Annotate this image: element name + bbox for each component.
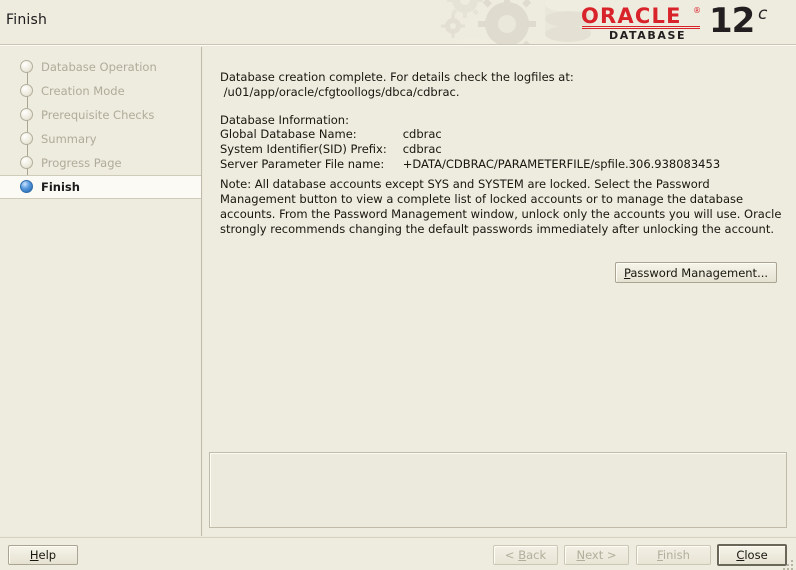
wizard-button-bar: Help < Back Next > Finish Close bbox=[0, 537, 796, 570]
step-dot-icon bbox=[20, 84, 33, 97]
sidebar-item-label: Finish bbox=[41, 180, 80, 194]
sidebar-item-database-operation[interactable]: Database Operation bbox=[0, 55, 201, 79]
table-row: Global Database Name: cdbrac bbox=[220, 127, 720, 142]
step-dot-icon bbox=[20, 156, 33, 169]
sidebar-item-creation-mode[interactable]: Creation Mode bbox=[0, 79, 201, 103]
info-value: cdbrac bbox=[403, 142, 720, 157]
version-number: 12 bbox=[709, 1, 754, 41]
creation-complete-message: Database creation complete. For details … bbox=[220, 70, 780, 100]
sidebar-item-summary[interactable]: Summary bbox=[0, 127, 201, 151]
table-row: Server Parameter File name: +DATA/CDBRAC… bbox=[220, 157, 720, 172]
header-divider bbox=[0, 44, 796, 46]
step-dot-icon bbox=[20, 132, 33, 145]
sidebar-item-label: Database Operation bbox=[41, 60, 157, 74]
oracle-wordmark: ORACLE bbox=[581, 4, 682, 28]
sidebar-item-finish[interactable]: Finish bbox=[0, 175, 201, 199]
next-button: Next > bbox=[564, 545, 629, 565]
close-label: lose bbox=[744, 548, 767, 562]
resize-grip-icon[interactable] bbox=[782, 556, 794, 568]
help-mnemonic: H bbox=[30, 548, 39, 562]
finish-button: Finish bbox=[636, 545, 711, 565]
back-mnemonic: B bbox=[518, 548, 526, 562]
locked-accounts-note: Note: All database accounts except SYS a… bbox=[220, 177, 782, 237]
page-title: Finish bbox=[6, 12, 47, 28]
trademark-symbol: ® bbox=[693, 6, 701, 15]
database-wordmark: DATABASE bbox=[609, 29, 686, 42]
sidebar-item-label: Creation Mode bbox=[41, 84, 125, 98]
step-dot-icon-active bbox=[20, 180, 33, 193]
step-dot-icon bbox=[20, 60, 33, 73]
sidebar-item-progress-page[interactable]: Progress Page bbox=[0, 151, 201, 175]
next-label: ext > bbox=[585, 548, 616, 562]
back-prefix: < bbox=[505, 548, 518, 562]
back-button: < Back bbox=[493, 545, 558, 565]
dbca-wizard-window: Finish bbox=[0, 0, 796, 570]
info-label: System Identifier(SID) Prefix: bbox=[220, 142, 403, 157]
version-suffix: c bbox=[758, 4, 767, 24]
help-button[interactable]: Help bbox=[8, 545, 78, 565]
message-panel bbox=[209, 452, 787, 528]
finish-label: inish bbox=[663, 548, 690, 562]
info-label: Server Parameter File name: bbox=[220, 157, 403, 172]
password-management-button[interactable]: Password Management... bbox=[615, 262, 777, 283]
info-value: cdbrac bbox=[403, 127, 720, 142]
back-label: ack bbox=[526, 548, 546, 562]
wizard-step-sidebar: Database Operation Creation Mode Prerequ… bbox=[0, 47, 202, 536]
wizard-content-pane: Database creation complete. For details … bbox=[203, 47, 796, 536]
info-label: Global Database Name: bbox=[220, 127, 403, 142]
oracle-logo: ORACLE ® DATABASE 12 c bbox=[581, 4, 786, 42]
database-information-table: Global Database Name: cdbrac System Iden… bbox=[220, 127, 720, 172]
password-management-label: assword Management... bbox=[630, 266, 768, 280]
help-label: elp bbox=[39, 548, 57, 562]
database-information-heading: Database Information: bbox=[220, 113, 349, 128]
window-header: Finish bbox=[0, 0, 796, 46]
table-row: System Identifier(SID) Prefix: cdbrac bbox=[220, 142, 720, 157]
sidebar-item-label: Progress Page bbox=[41, 156, 122, 170]
close-button[interactable]: Close bbox=[717, 544, 787, 566]
sidebar-item-prerequisite-checks[interactable]: Prerequisite Checks bbox=[0, 103, 201, 127]
sidebar-item-label: Summary bbox=[41, 132, 97, 146]
step-dot-icon bbox=[20, 108, 33, 121]
sidebar-item-label: Prerequisite Checks bbox=[41, 108, 154, 122]
next-mnemonic: N bbox=[576, 548, 585, 562]
info-value: +DATA/CDBRAC/PARAMETERFILE/spfile.306.93… bbox=[403, 157, 720, 172]
